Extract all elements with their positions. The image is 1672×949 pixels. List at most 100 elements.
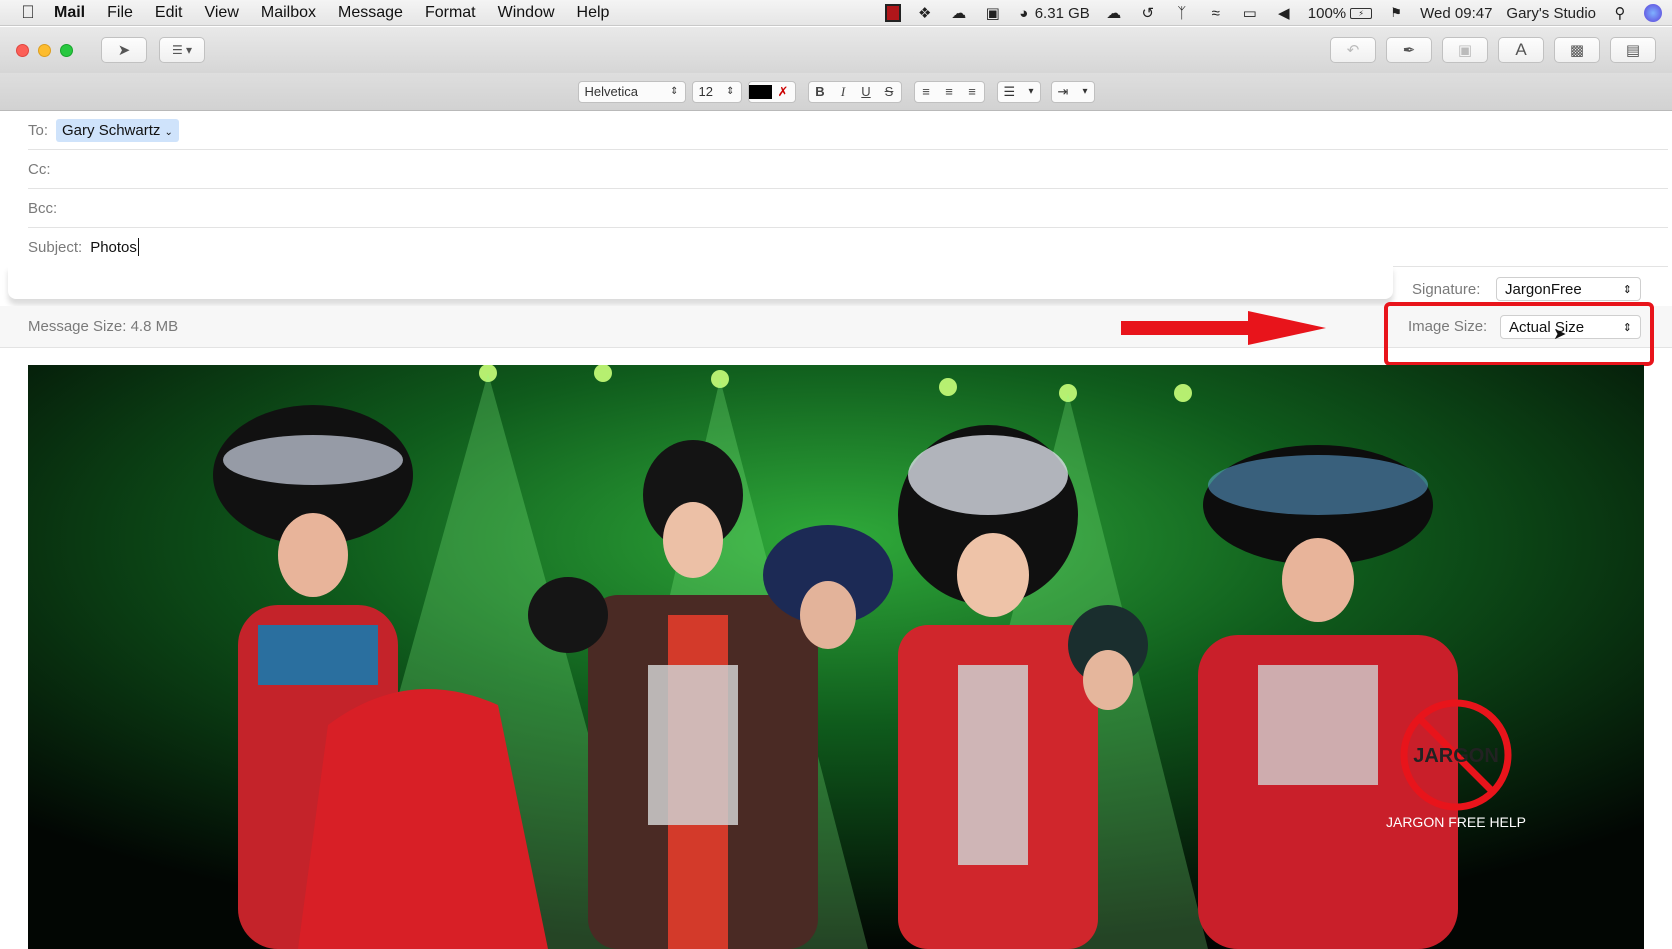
- updown-icon: ⇕: [726, 86, 735, 97]
- font-size-value: 12: [698, 84, 713, 99]
- to-label: To:: [28, 121, 49, 139]
- attach-button[interactable]: ✒: [1386, 37, 1432, 63]
- cc-label: Cc:: [28, 160, 51, 178]
- text-color-swatch: [748, 84, 772, 99]
- bcc-label: Bcc:: [28, 199, 58, 217]
- header-fields-icon: ☰ ▾: [171, 43, 193, 57]
- bluetooth-icon[interactable]: ᛉ: [1172, 4, 1192, 22]
- stationery-button[interactable]: ▤: [1610, 37, 1656, 63]
- markup-button[interactable]: ▣: [1442, 37, 1488, 63]
- updown-icon: ⇕: [670, 86, 679, 97]
- screen-recording-icon[interactable]: [884, 4, 901, 22]
- photo-browser-icon: ▩: [1569, 42, 1585, 59]
- header-fields-button[interactable]: ☰ ▾: [159, 37, 205, 63]
- stationery-icon: ▤: [1625, 42, 1641, 59]
- strikethrough-button[interactable]: S: [878, 82, 901, 102]
- chevron-down-icon: ▾: [1028, 86, 1034, 97]
- recipient-token[interactable]: Gary Schwartz ⌄: [56, 118, 179, 142]
- message-size-value: 4.8 MB: [130, 318, 179, 335]
- menu-file[interactable]: File: [107, 4, 133, 22]
- font-family-popup[interactable]: Helvetica ⇕: [577, 80, 686, 103]
- send-icon: ➤: [117, 42, 131, 59]
- italic-button[interactable]: I: [832, 82, 855, 102]
- menu-user[interactable]: Gary's Studio: [1506, 5, 1596, 22]
- annotation-arrow-head: [1248, 311, 1326, 345]
- cc-field[interactable]: Cc:: [28, 150, 1668, 189]
- toolbar-right-group: ↶ ✒ ▣ A ▩ ▤: [1330, 37, 1656, 63]
- signature-row: Signature: JargonFree ⇕: [0, 265, 1672, 305]
- menu-mailbox[interactable]: Mailbox: [261, 4, 316, 22]
- svg-text:JARGON: JARGON: [1413, 745, 1499, 767]
- font-size-popup[interactable]: 12 ⇕: [691, 80, 742, 103]
- svg-text:JARGON FREE HELP: JARGON FREE HELP: [1386, 814, 1526, 830]
- embedded-photo[interactable]: JARGON JARGON FREE HELP: [28, 365, 1644, 949]
- indent-popup[interactable]: ⇥ ▾: [1050, 80, 1095, 103]
- close-window-button[interactable]: [16, 43, 29, 57]
- subject-label: Subject:: [28, 238, 83, 256]
- bold-button[interactable]: B: [809, 82, 832, 102]
- zoom-window-button[interactable]: [60, 43, 73, 57]
- color-controls: ✗: [747, 80, 796, 103]
- reply-button[interactable]: ↶: [1330, 37, 1376, 63]
- memory-status[interactable]: ◕ 6.31 GB: [1017, 4, 1090, 22]
- signature-value: JargonFree: [1505, 280, 1582, 298]
- subject-value[interactable]: Photos: [90, 239, 137, 256]
- send-button[interactable]: ➤: [101, 37, 147, 63]
- menu-window[interactable]: Window: [498, 4, 555, 22]
- recipient-name: Gary Schwartz: [62, 121, 161, 139]
- html5-icon[interactable]: ▣: [983, 4, 1003, 22]
- list-popup[interactable]: ☰ ▾: [996, 80, 1041, 103]
- battery-percent: 100%: [1307, 4, 1347, 22]
- menu-help[interactable]: Help: [577, 4, 610, 22]
- menu-format[interactable]: Format: [425, 4, 476, 22]
- creative-cloud-icon[interactable]: ☁: [949, 4, 969, 22]
- dancer-3: [898, 425, 1098, 949]
- battery-status[interactable]: 100% ⚡: [1307, 4, 1373, 22]
- font-family-value: Helvetica: [584, 84, 638, 99]
- window-toolbar: ➤ ☰ ▾ ↶ ✒ ▣ A ▩ ▤: [0, 27, 1672, 73]
- spotlight-icon[interactable]: ⚲: [1610, 4, 1630, 22]
- subject-field[interactable]: Subject: Photos: [28, 228, 1668, 267]
- bcc-field[interactable]: Bcc:: [28, 189, 1668, 228]
- dancer-4: [1198, 445, 1458, 949]
- memory-value: 6.31 GB: [1034, 4, 1090, 22]
- updown-icon: ⇕: [1622, 283, 1632, 296]
- wifi-icon[interactable]: ≈: [1206, 4, 1226, 22]
- menu-clock[interactable]: Wed 09:47: [1420, 5, 1492, 22]
- apple-icon[interactable]: : [16, 2, 40, 23]
- text-cursor: [137, 238, 139, 256]
- signature-popup[interactable]: JargonFree ⇕: [1496, 277, 1641, 301]
- minimize-window-button[interactable]: [38, 43, 51, 57]
- background-color-button[interactable]: ✗: [772, 82, 795, 102]
- battery-icon: ⚡: [1350, 7, 1373, 19]
- siri-icon[interactable]: [1644, 4, 1662, 22]
- message-size: Message Size: 4.8 MB: [28, 318, 178, 335]
- menu-bar:  Mail File Edit View Mailbox Message Fo…: [0, 0, 1672, 26]
- volume-icon[interactable]: ◀: [1274, 4, 1294, 22]
- dropbox-icon[interactable]: ❖: [915, 4, 935, 22]
- status-menus: ❖ ☁ ▣ ◕ 6.31 GB ☁ ↺ ᛉ ≈ ▭ ◀ 100% ⚡ ⚑ Wed…: [884, 0, 1662, 26]
- cloud-backup-icon[interactable]: ☁: [1104, 4, 1124, 22]
- underline-button[interactable]: U: [855, 82, 878, 102]
- menu-message[interactable]: Message: [338, 4, 403, 22]
- align-left-icon[interactable]: ≡: [915, 82, 938, 102]
- photo-browser-button[interactable]: ▩: [1554, 37, 1600, 63]
- annotation-highlight-box: [1384, 302, 1654, 366]
- alignment-controls: ≡ ≡ ≡: [913, 80, 985, 103]
- airplay-icon[interactable]: ▭: [1240, 4, 1260, 22]
- text-color-button[interactable]: [748, 82, 772, 102]
- us-flag-icon[interactable]: ⚑: [1386, 4, 1406, 22]
- align-center-icon[interactable]: ≡: [938, 82, 961, 102]
- menu-view[interactable]: View: [204, 4, 238, 22]
- reply-icon: ↶: [1346, 42, 1360, 59]
- format-button[interactable]: A: [1498, 37, 1544, 63]
- message-size-label: Message Size:: [28, 318, 127, 335]
- menu-mail[interactable]: Mail: [54, 4, 85, 22]
- align-right-icon[interactable]: ≡: [961, 82, 984, 102]
- attachment-icon: ✒: [1402, 42, 1416, 59]
- format-icon: A: [1515, 40, 1527, 59]
- time-machine-icon[interactable]: ↺: [1138, 4, 1158, 22]
- annotation-arrow-shaft: [1121, 321, 1255, 335]
- to-field[interactable]: To: Gary Schwartz ⌄: [28, 111, 1668, 150]
- menu-edit[interactable]: Edit: [155, 4, 183, 22]
